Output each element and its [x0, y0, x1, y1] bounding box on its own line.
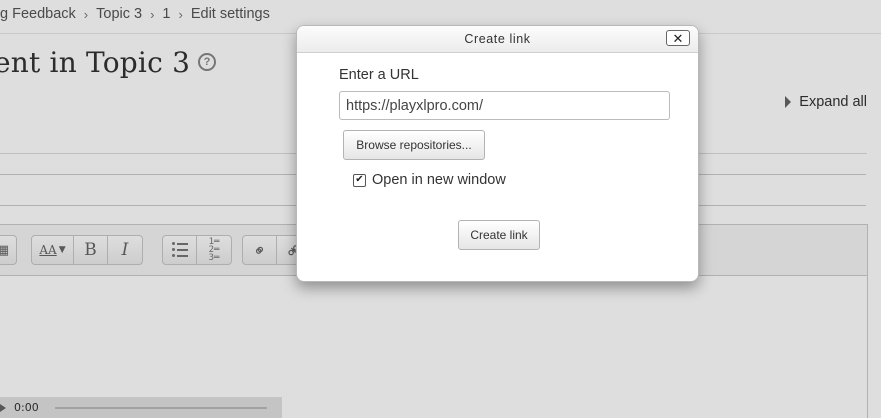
dialog-title: Create link [464, 32, 531, 46]
url-label: Enter a URL [339, 67, 419, 83]
open-new-window-option[interactable]: ✔ Open in new window [353, 172, 506, 188]
close-button[interactable]: ✕ [666, 30, 690, 46]
browse-repositories-label: Browse repositories... [356, 138, 472, 152]
open-new-window-label: Open in new window [372, 172, 506, 188]
create-link-label: Create link [470, 228, 528, 242]
browse-repositories-button[interactable]: Browse repositories... [343, 130, 485, 160]
open-new-window-checkbox[interactable]: ✔ [353, 173, 366, 187]
page: g Feedback › Topic 3 › 1 › Edit settings… [0, 0, 881, 418]
url-input[interactable] [339, 91, 670, 120]
create-link-button[interactable]: Create link [458, 220, 540, 250]
create-link-dialog: Create link ✕ Enter a URL Browse reposit… [296, 25, 699, 282]
close-icon: ✕ [672, 30, 684, 46]
dialog-header: Create link ✕ [297, 26, 698, 53]
